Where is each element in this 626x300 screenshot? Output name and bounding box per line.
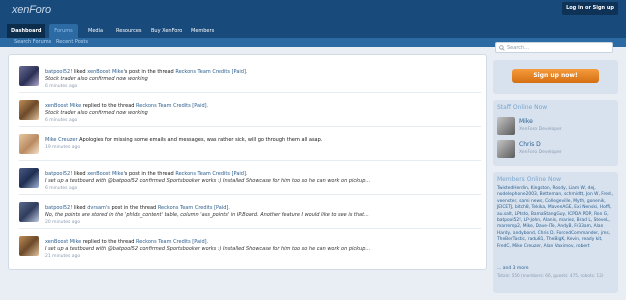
search-input[interactable]: Search... bbox=[495, 42, 613, 53]
feed-time[interactable]: 6 minutes ago bbox=[45, 84, 77, 89]
feed-time[interactable]: 6 minutes ago bbox=[45, 118, 77, 123]
search-placeholder: Search... bbox=[507, 45, 529, 51]
members-totals: Totals: 550 (members: 66, guests: 475, r… bbox=[497, 273, 604, 278]
staff-member: Mike XenForo Developer bbox=[497, 117, 613, 137]
signup-button[interactable]: Sign up now! bbox=[512, 69, 599, 83]
feed-snippet: No, the points are stored in the 'phlds_… bbox=[45, 212, 369, 218]
feed-thread-link[interactable]: Reckons Team Credits [Paid]. bbox=[136, 239, 208, 245]
feed-user-link[interactable]: xenBoost Mike bbox=[45, 103, 81, 109]
feed-user-link[interactable]: xenBoost Mike bbox=[45, 239, 81, 245]
feed-thread-link[interactable]: Reckons Team Credits [Paid]. bbox=[158, 205, 230, 211]
feed-item: Mike Creuzer Apologies for missing some … bbox=[19, 131, 481, 161]
members-online-block: Members Online Now TwistedHerdin, Kingst… bbox=[493, 172, 618, 293]
members-more-link[interactable]: ... and 3 more bbox=[497, 266, 529, 271]
feed-user-link[interactable]: batpool52! bbox=[45, 69, 72, 75]
staff-member: Chris D XenForo Developer bbox=[497, 140, 613, 160]
signup-block: Sign up now! bbox=[493, 60, 618, 94]
feed-item-text: Mike Creuzer Apologies for missing some … bbox=[45, 137, 323, 143]
site-header: xenForo Log in or Sign up bbox=[0, 0, 626, 24]
feed-item-text: xenBoost Mike replied to the thread Reck… bbox=[45, 239, 209, 245]
feed-target-user-link[interactable]: dvrsam's bbox=[87, 205, 110, 211]
members-online-title: Members Online Now bbox=[497, 176, 562, 183]
tab-resources[interactable]: Resources bbox=[112, 24, 146, 38]
tab-media[interactable]: Media bbox=[84, 24, 107, 38]
feed-snippet: I set up a testboard with @batpool52 con… bbox=[45, 178, 371, 184]
tab-dashboard[interactable]: Dashboard bbox=[7, 24, 45, 38]
feed-item: batpool52! liked dvrsam's post in the th… bbox=[19, 199, 481, 229]
feed-time[interactable]: 21 minutes ago bbox=[45, 254, 80, 259]
feed-item: xenBoost Mike replied to the thread Reck… bbox=[19, 233, 481, 263]
avatar[interactable] bbox=[19, 168, 39, 188]
staff-name[interactable]: Chris D bbox=[519, 141, 541, 148]
subtab-recent-posts[interactable]: Recent Posts bbox=[56, 38, 88, 47]
avatar[interactable] bbox=[19, 236, 39, 256]
feed-user-link[interactable]: batpool52! bbox=[45, 171, 72, 177]
feed-snippet: Stock trader also confirmed now working bbox=[45, 110, 148, 116]
staff-role: XenForo Developer bbox=[519, 150, 562, 155]
search-icon bbox=[499, 45, 505, 51]
feed-user-link[interactable]: batpool52! bbox=[45, 205, 72, 211]
avatar[interactable] bbox=[497, 117, 515, 135]
feed-target-user-link[interactable]: xenBoost Mike bbox=[87, 69, 123, 75]
avatar[interactable] bbox=[19, 66, 39, 86]
avatar[interactable] bbox=[497, 140, 515, 158]
feed-time[interactable]: 6 minutes ago bbox=[45, 186, 77, 191]
staff-name[interactable]: Mike bbox=[519, 118, 533, 125]
avatar[interactable] bbox=[19, 100, 39, 120]
feed-item: batpool52! liked xenBoost Mike's post in… bbox=[19, 63, 481, 93]
feed-snippet: Stock trader also confirmed now working bbox=[45, 76, 148, 82]
feed-item: xenBoost Mike replied to the thread Reck… bbox=[19, 97, 481, 127]
subtab-search-forums[interactable]: Search Forums bbox=[14, 38, 51, 47]
staff-online-block: Staff Online Now Mike XenForo Developer … bbox=[493, 100, 618, 166]
feed-item-text: batpool52! liked xenBoost Mike's post in… bbox=[45, 69, 248, 75]
members-online-list[interactable]: TwistedHerdin, Kingston, Rosdy, Liam W, … bbox=[497, 186, 614, 250]
feed-thread-link[interactable]: Reckons Team Credits [Paid]. bbox=[136, 103, 208, 109]
feed-item-text: batpool52! liked dvrsam's post in the th… bbox=[45, 205, 230, 211]
activity-feed: batpool52! liked xenBoost Mike's post in… bbox=[8, 54, 487, 270]
feed-time[interactable]: 19 minutes ago bbox=[45, 145, 80, 150]
feed-snippet: I set up a testboard with @batpool52 con… bbox=[45, 246, 371, 252]
staff-online-title: Staff Online Now bbox=[497, 104, 548, 111]
feed-thread-link[interactable]: Reckons Team Credits [Paid]. bbox=[175, 171, 247, 177]
feed-item-text: batpool52! liked xenBoost Mike's post in… bbox=[45, 171, 248, 177]
login-signup-button[interactable]: Log in or Sign up bbox=[562, 2, 618, 15]
avatar[interactable] bbox=[19, 202, 39, 222]
tab-buy-xenforo[interactable]: Buy XenForo bbox=[147, 24, 186, 38]
feed-item-text: xenBoost Mike replied to the thread Reck… bbox=[45, 103, 209, 109]
site-logo[interactable]: xenForo bbox=[12, 4, 51, 16]
feed-thread-link[interactable]: Reckons Team Credits [Paid]. bbox=[175, 69, 247, 75]
feed-item: batpool52! liked xenBoost Mike's post in… bbox=[19, 165, 481, 195]
tab-forums[interactable]: Forums bbox=[49, 24, 78, 38]
avatar[interactable] bbox=[19, 134, 39, 154]
feed-target-user-link[interactable]: xenBoost Mike bbox=[87, 171, 123, 177]
tab-members[interactable]: Members bbox=[187, 24, 218, 38]
feed-time[interactable]: 20 minutes ago bbox=[45, 220, 80, 225]
feed-user-link[interactable]: Mike Creuzer bbox=[45, 137, 78, 143]
staff-role: XenForo Developer bbox=[519, 127, 562, 132]
main-navigation: Dashboard Forums Media Resources Buy Xen… bbox=[0, 24, 626, 38]
